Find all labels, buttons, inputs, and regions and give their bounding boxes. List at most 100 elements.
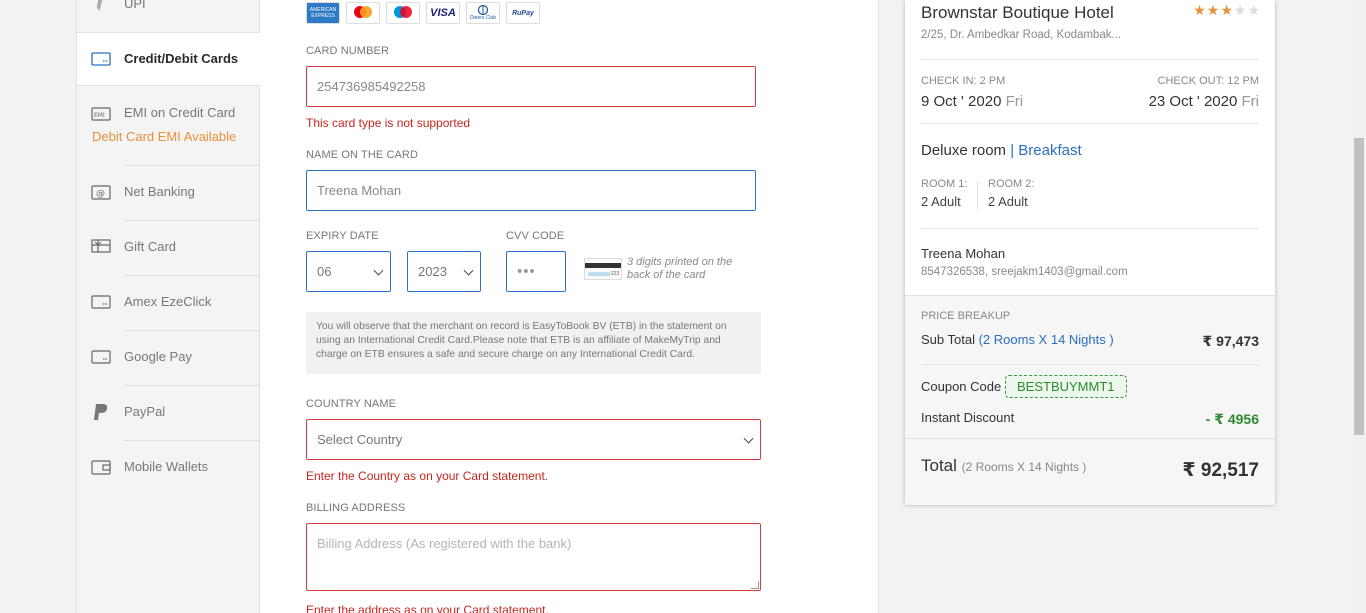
svg-text:EMI: EMI [94,112,105,119]
total-value: ₹ 92,517 [1182,460,1259,481]
instant-discount-label: Instant Discount [921,410,1015,425]
emi-availability-note: Debit Card EMI Available [92,129,237,144]
payment-mode-wallets[interactable]: Mobile Wallets [77,441,260,495]
expiry-month-select[interactable]: 06 [306,251,391,292]
star-icon: ★ [1247,2,1261,18]
divider [921,228,1259,229]
payment-mode-label: Google Pay [124,349,192,364]
expiry-year-select[interactable]: 2023 [407,251,481,292]
billing-address-placeholder: Billing Address (As registered with the … [317,536,572,551]
total-detail: (2 Rooms X 14 Nights ) [961,460,1087,474]
subtotal-label: Sub Total (2 Rooms X 14 Nights ) [921,332,1114,347]
star-rating: ★★★★★ [1193,2,1261,19]
payment-mode-label: UPI [124,0,146,11]
svg-text:@: @ [96,189,105,199]
check-in-day: Fri [1005,93,1024,110]
room-type: Deluxe room | Breakfast [921,142,1082,159]
payment-mode-netbanking[interactable]: @ Net Banking [77,166,260,220]
check-in-date: 9 Oct ' 2020 Fri [921,93,1023,110]
billing-address-input[interactable]: Billing Address (As registered with the … [306,523,761,591]
instant-discount-value: - ₹ 4956 [1205,411,1259,427]
card-icon [91,350,111,364]
coupon-code-badge[interactable]: BESTBUYMMT1 [1005,375,1127,398]
payment-mode-label: Credit/Debit Cards [124,51,239,66]
emi-icon: EMI [91,107,111,121]
price-breakup: PRICE BREAKUP Sub Total (2 Rooms X 14 Ni… [905,295,1275,505]
payment-mode-gpay[interactable]: Google Pay [77,331,260,385]
accepted-cards: AMERICAN EXPRESS VISA Diners Club RuPay [306,2,540,24]
divider [921,123,1259,124]
expiry-year-value: 2023 [418,264,447,279]
star-icon: ★ [1220,2,1234,18]
card-number-label: CARD NUMBER [306,45,389,57]
payment-mode-label: PayPal [124,404,166,419]
divider [921,59,1259,60]
payment-mode-label: Net Banking [124,184,195,199]
cvv-help-text: 3 digits printed on the back of the card [627,256,733,281]
cvv-card-icon: 123 [584,258,622,280]
cvv-value: ••• [517,263,536,280]
cvv-label: CVV CODE [506,230,565,242]
visa-logo: VISA [426,2,460,24]
payment-mode-emi[interactable]: EMI EMI on Credit Card Debit Card EMI Av… [77,87,260,165]
check-in-label: CHECK IN: 2 PM [921,75,1006,87]
diners-club-logo: Diners Club [466,2,500,24]
scrollbar-thumb[interactable] [1354,138,1364,435]
expiry-date-label: EXPIRY DATE [306,230,379,242]
billing-address-label: BILLING ADDRESS [306,502,406,514]
card-icon [91,295,111,309]
cvv-input[interactable]: ••• [506,251,566,292]
page-scrollbar[interactable] [1352,0,1366,613]
divider [977,181,978,209]
star-icon: ★ [1193,2,1207,18]
country-error: Enter the Country as on your Card statem… [306,469,549,483]
name-on-card-label: NAME ON THE CARD [306,149,419,161]
amex-logo: AMERICAN EXPRESS [306,2,340,24]
payment-mode-upi[interactable]: UPI [77,0,260,32]
maestro-logo [386,2,420,24]
star-icon: ★ [1206,2,1221,18]
room-label: ROOM 1: [921,178,968,190]
country-select[interactable]: Select Country [306,419,761,460]
room-1: ROOM 1: 2 Adult [921,178,967,209]
guest-contact: 8547326538, sreejakm1403@gmail.com [921,266,1128,278]
card-payment-form: AMERICAN EXPRESS VISA Diners Club RuPay … [260,0,879,613]
check-out-date-value: 23 Oct ' 2020 [1148,93,1238,110]
credit-card-icon [91,52,111,66]
booking-summary: Brownstar Boutique Hotel ★★★★★ 2/25, Dr.… [905,0,1275,505]
upi-icon [96,0,103,11]
payment-mode-giftcard[interactable]: Gift Card [77,221,260,275]
mastercard-logo [346,2,380,24]
payment-mode-amex[interactable]: Amex EzeClick [77,276,260,330]
total-bar: Total (2 Rooms X 14 Nights ) ₹ 92,517 [905,438,1275,505]
room-guests: 2 Adult [921,194,961,209]
rupay-logo: RuPay [506,2,540,24]
card-number-error: This card type is not supported [306,116,471,130]
chevron-down-icon [463,265,474,276]
resize-handle[interactable] [751,581,759,589]
diners-club-label: Diners Club [469,15,497,21]
subtotal-detail-link[interactable]: (2 Rooms X 14 Nights ) [979,332,1114,347]
country-select-value: Select Country [317,432,403,447]
payment-mode-label: EMI on Credit Card [124,105,236,120]
check-in-date-value: 9 Oct ' 2020 [921,93,1002,110]
chevron-down-icon [373,265,384,276]
payment-mode-sidebar: UPI Credit/Debit Cards EMI EMI on Credit… [76,0,260,613]
payment-mode-paypal[interactable]: PayPal [77,386,260,440]
billing-address-error: Enter the address as on your Card statem… [306,603,549,613]
check-out-date: 23 Oct ' 2020 Fri [1149,93,1259,110]
total-label: Total (2 Rooms X 14 Nights ) [921,456,1086,476]
card-number-input[interactable]: 254736985492258 [306,66,756,107]
hotel-address: 2/25, Dr. Ambedkar Road, Kodambak... [921,29,1122,41]
paypal-icon [94,404,108,420]
room-type-name: Deluxe room [921,142,1007,159]
name-on-card-input[interactable]: Treena Mohan [306,170,756,211]
payment-mode-cards[interactable]: Credit/Debit Cards [77,32,260,86]
wallet-icon [91,460,111,475]
room-separator: | [1010,142,1015,159]
meal-plan-link[interactable]: Breakfast [1018,142,1081,159]
subtotal-label-text: Sub Total [921,332,975,347]
room-guests: 2 Adult [988,194,1028,209]
price-breakup-label: PRICE BREAKUP [921,310,1011,322]
payment-mode-label: Amex EzeClick [124,294,212,309]
